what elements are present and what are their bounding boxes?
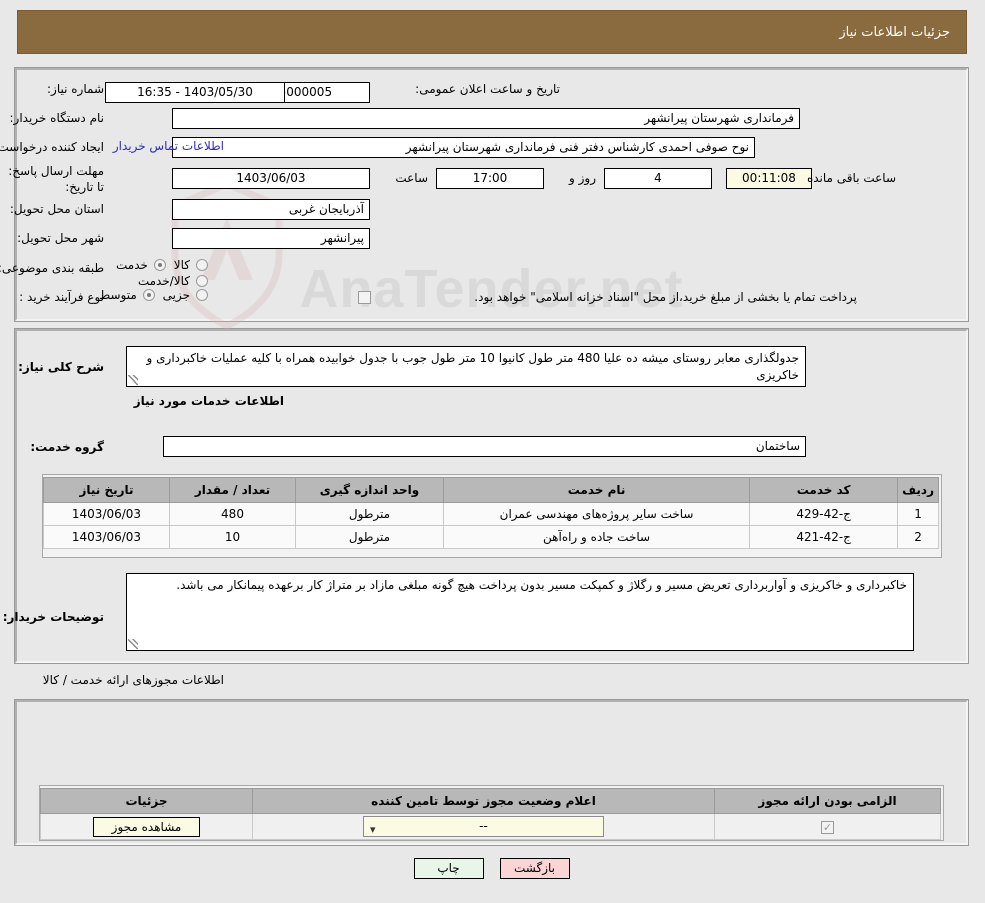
deadline-label-row: مهلت ارسال پاسخ: تا تاریخ: (5, 163, 105, 195)
footer-button-bar: بازگشت چاپ (0, 858, 985, 879)
city-field: پیرانشهر (173, 228, 371, 249)
need-number-label-row: شماره نیاز: (48, 82, 105, 96)
cell-name: ساخت جاده و راه‌آهن (443, 525, 752, 549)
treasury-note: پرداخت تمام یا بخشی از مبلغ خرید،از محل … (475, 290, 858, 304)
cell-date: 1403/06/03 (44, 525, 171, 549)
chevron-down-icon: ▾ (371, 823, 377, 836)
service-group-label: گروه خدمت: (31, 440, 105, 454)
category-option-0-label: کالا (174, 258, 191, 272)
deadline-label: مهلت ارسال پاسخ: تا تاریخ: (9, 164, 105, 194)
table-row: 2 ج-42-421 ساخت جاده و راه‌آهن مترطول 10… (44, 525, 940, 549)
col-row: ردیف (898, 477, 940, 503)
deadline-time-label: ساعت (396, 171, 429, 185)
permit-status-value: -- (480, 819, 489, 833)
permits-heading: اطلاعات مجوزهای ارائه خدمت / کالا (43, 673, 225, 687)
deadline-date-field: 1403/06/03 (173, 168, 371, 189)
public-announce-label: تاریخ و ساعت اعلان عمومی: (416, 82, 561, 96)
category-option-1-label: خدمت (117, 258, 149, 272)
col-unit: واحد اندازه گیری (296, 477, 445, 503)
services-heading: اطلاعات خدمات مورد نیاز (134, 394, 285, 408)
cell-qty: 10 (170, 525, 297, 549)
buyer-contact-link[interactable]: اطلاعات تماس خریدار (114, 139, 225, 153)
city-label-row: شهر محل تحویل: (18, 231, 105, 245)
category-option-1[interactable]: خدمت (117, 258, 171, 272)
days-label: روز و (570, 171, 597, 185)
view-permit-button[interactable]: مشاهده مجوز (93, 816, 202, 837)
table-row: 1 ج-42-429 ساخت سایر پروژه‌های مهندسی عم… (44, 502, 940, 526)
requester-label-row: ایجاد کننده درخواست: (0, 140, 105, 154)
col-permit-details: جزئیات (41, 788, 254, 814)
treasury-checkbox[interactable] (359, 291, 372, 304)
radio-icon-motavaset[interactable] (143, 289, 156, 301)
hours-remaining-label: ساعت باقی مانده (807, 171, 897, 185)
col-permit-required: الزامی بودن ارائه مجوز (715, 788, 942, 814)
radio-icon-kala[interactable] (197, 259, 209, 271)
buyer-org-label-row: نام دستگاه خریدار: (11, 111, 106, 125)
cell-date: 1403/06/03 (44, 502, 171, 526)
process-option-1-label: متوسط (100, 288, 138, 302)
cell-name: ساخت سایر پروژه‌های مهندسی عمران (443, 502, 752, 526)
col-permit-status: اعلام وضعیت مجوز توسط تامین کننده (253, 788, 716, 814)
cell-permit-required (715, 813, 942, 840)
city-label: شهر محل تحویل: (18, 231, 105, 245)
public-announce-label-row: تاریخ و ساعت اعلان عمومی: (416, 82, 561, 96)
buyer-notes-textarea[interactable]: خاکبرداری و خاکریزی و آواربرداری تعریض م… (127, 573, 915, 651)
requester-field: نوح صوفی احمدی کارشناس دفتر فنی فرماندار… (173, 137, 756, 158)
province-field: آذربایجان غربی (173, 199, 371, 220)
process-option-0-label: جزیی (163, 288, 191, 302)
page-root: AnaTender.net جزئیات اطلاعات نیاز شماره … (0, 0, 985, 903)
services-grid-wrapper: ردیف کد خدمت نام خدمت واحد اندازه گیری ت… (43, 474, 943, 558)
page-title-bar: جزئیات اطلاعات نیاز (18, 10, 968, 54)
print-button[interactable]: چاپ (414, 858, 485, 879)
permits-table-header-row: الزامی بودن ارائه مجوز اعلام وضعیت مجوز … (41, 788, 942, 814)
category-option-0[interactable]: کالا (175, 258, 213, 272)
cell-code: ج-42-429 (750, 502, 900, 526)
services-table-header-row: ردیف کد خدمت نام خدمت واحد اندازه گیری ت… (44, 477, 940, 503)
cell-permit-details[interactable]: مشاهده مجوز (41, 813, 254, 840)
days-remaining-field: 4 (605, 168, 713, 189)
need-number-label: شماره نیاز: (48, 82, 105, 96)
deadline-time-field: 17:00 (437, 168, 545, 189)
process-option-0[interactable]: جزیی (164, 288, 213, 302)
page-title: جزئیات اطلاعات نیاز (840, 24, 951, 40)
category-option-2-label: کالا/خدمت (138, 274, 191, 288)
col-code: کد خدمت (750, 477, 900, 503)
cell-code: ج-42-421 (750, 525, 900, 549)
requester-label: ایجاد کننده درخواست: (0, 140, 105, 154)
category-radio-group[interactable]: کالا خدمت کالا/خدمت (0, 258, 213, 290)
process-option-1[interactable]: متوسط (100, 288, 160, 302)
buyer-org-field: فرمانداری شهرستان پیرانشهر (173, 108, 801, 129)
province-label-row: استان محل تحویل: (11, 202, 105, 216)
description-textarea[interactable]: جدولگذاری معابر روستای میشه ده علیا 480 … (127, 346, 807, 387)
hours-remaining-field: 00:11:08 (727, 168, 813, 189)
service-group-field: ساختمان (164, 436, 807, 457)
cell-permit-status[interactable]: ▾ -- (253, 813, 716, 840)
permit-required-checkbox (822, 820, 835, 834)
radio-icon-kala-khedmat[interactable] (197, 275, 209, 287)
province-label: استان محل تحویل: (10, 202, 105, 216)
process-radio-group[interactable]: جزیی متوسط (78, 288, 213, 304)
radio-icon-khedmat[interactable] (154, 259, 167, 271)
radio-icon-jozi[interactable] (197, 289, 209, 301)
category-option-2[interactable]: کالا/خدمت (139, 274, 213, 288)
cell-unit: مترطول (296, 525, 445, 549)
cell-unit: مترطول (296, 502, 445, 526)
cell-row: 2 (898, 525, 940, 549)
cell-row: 1 (898, 502, 940, 526)
description-label: شرح کلی نیاز: (19, 360, 105, 374)
permits-grid-wrapper: الزامی بودن ارائه مجوز اعلام وضعیت مجوز … (40, 785, 945, 841)
table-row: ▾ -- مشاهده مجوز (41, 813, 942, 840)
permit-status-select[interactable]: ▾ -- (364, 816, 605, 837)
col-date: تاریخ نیاز (44, 477, 171, 503)
public-announce-field: 1403/05/30 - 16:35 (106, 82, 286, 103)
services-table: ردیف کد خدمت نام خدمت واحد اندازه گیری ت… (44, 477, 940, 549)
col-qty: تعداد / مقدار (170, 477, 297, 503)
buyer-org-label: نام دستگاه خریدار: (10, 111, 106, 125)
permits-table: الزامی بودن ارائه مجوز اعلام وضعیت مجوز … (41, 788, 942, 840)
col-name: نام خدمت (443, 477, 752, 503)
cell-qty: 480 (170, 502, 297, 526)
buyer-notes-label: توضیحات خریدار: (3, 610, 105, 624)
back-button[interactable]: بازگشت (500, 858, 571, 879)
